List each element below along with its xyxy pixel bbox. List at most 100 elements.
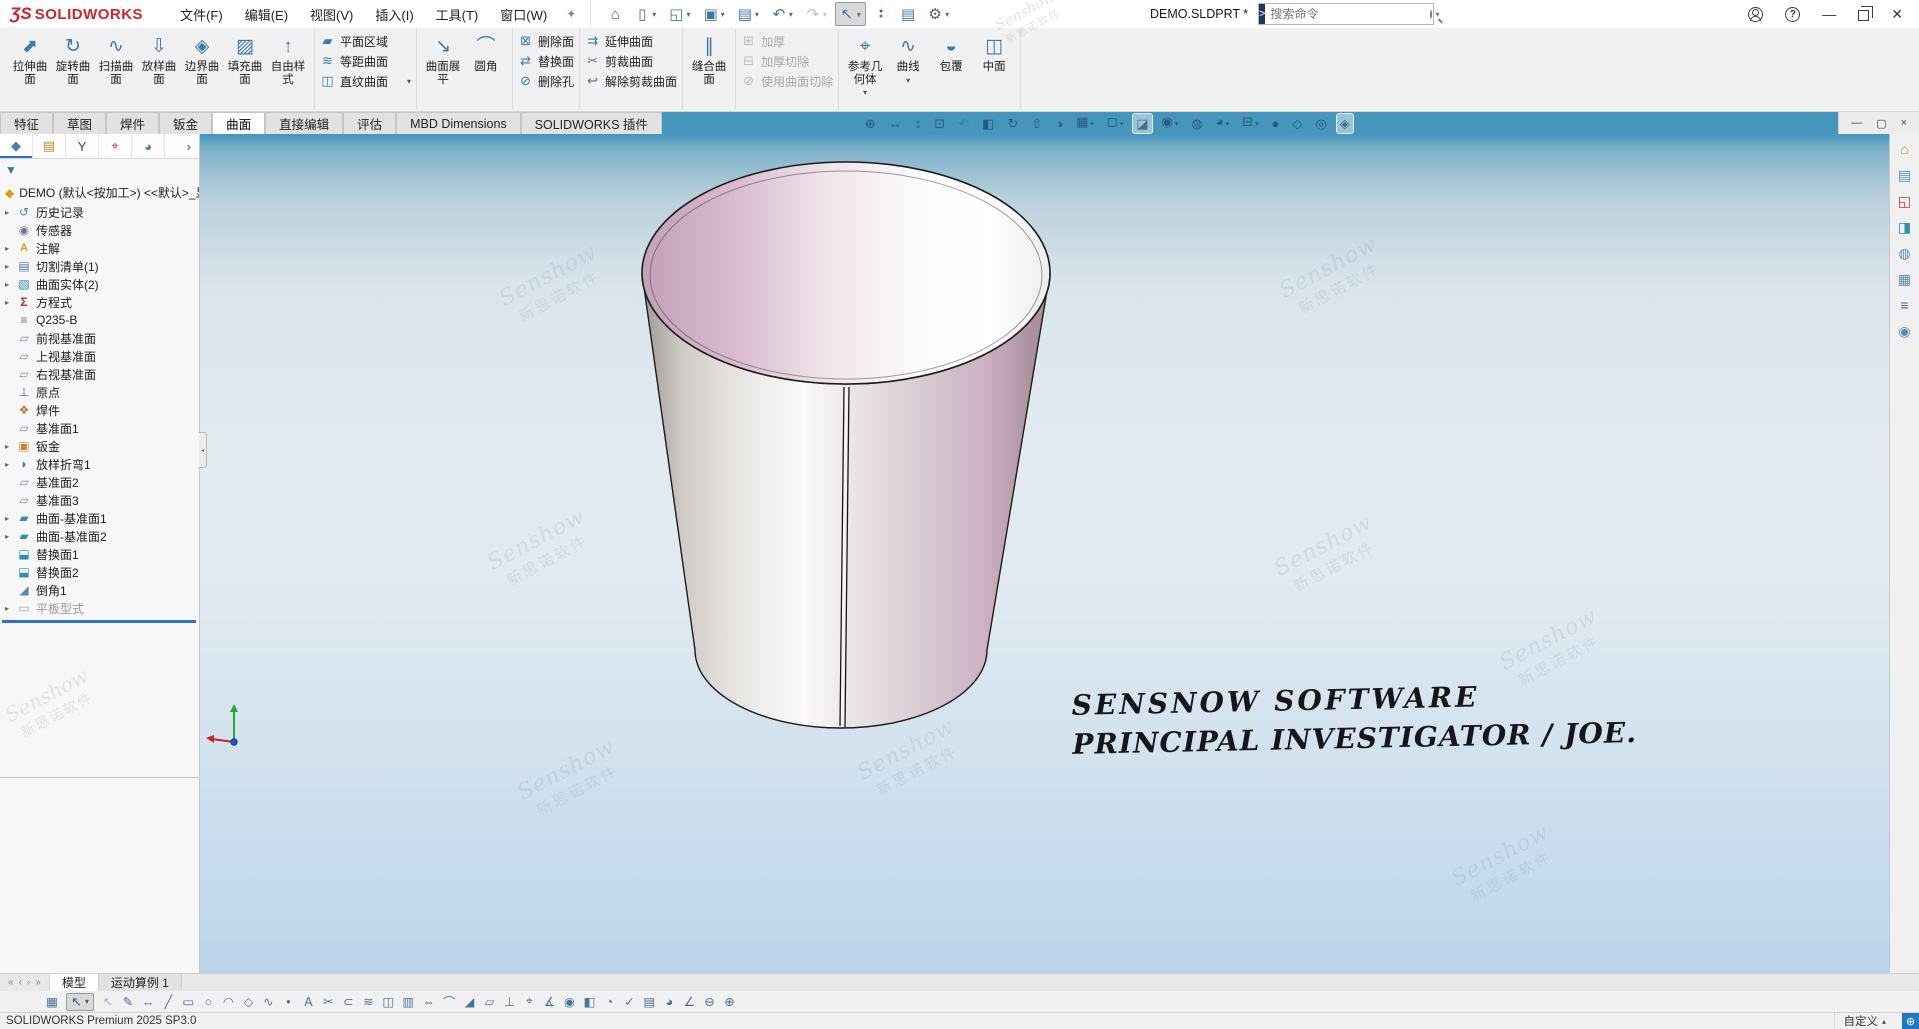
- toolbar-tool-icon[interactable]: ✎: [122, 994, 134, 1009]
- help-icon[interactable]: ?: [1785, 7, 1800, 22]
- tree-item[interactable]: ❖ 焊件: [0, 401, 199, 419]
- toolbar-tool-icon[interactable]: ⇔: [422, 995, 435, 1009]
- select-tool-button[interactable]: ↖: [66, 993, 94, 1011]
- expand-arrow-icon[interactable]: ▸: [5, 460, 16, 469]
- view-toolbar-icon[interactable]: ◈: [1337, 114, 1353, 133]
- view-toolbar-icon[interactable]: ◇: [1289, 114, 1305, 133]
- view-toolbar-icon[interactable]: ◻: [1104, 112, 1126, 134]
- search-icon[interactable]: [1430, 10, 1432, 19]
- command-search[interactable]: > ▾: [1258, 3, 1434, 25]
- quickbar-button[interactable]: ▤: [733, 2, 764, 26]
- command-tab[interactable]: 焊件: [106, 112, 159, 134]
- tree-item[interactable]: ⬓ 替换面1: [0, 545, 199, 563]
- task-pane-icon[interactable]: ⌂: [1900, 141, 1908, 157]
- view-toolbar-icon[interactable]: ◉: [1159, 112, 1182, 134]
- tree-item[interactable]: ▱ 前视基准面: [0, 329, 199, 347]
- tree-item[interactable]: ▱ 右视基准面: [0, 365, 199, 383]
- ribbon-button[interactable]: ⊟加厚切除: [741, 54, 809, 68]
- graphics-area[interactable]: Senshow新思诺软件 Senshow新思诺软件 Senshow新思诺软件 S…: [200, 134, 1889, 973]
- expand-arrow-icon[interactable]: ▸: [5, 514, 16, 523]
- tree-item[interactable]: ▸ ▧ 曲面实体(2): [0, 275, 199, 293]
- panel-tab[interactable]: ▤: [33, 134, 66, 158]
- cylinder-opening[interactable]: [642, 162, 1050, 384]
- view-toolbar-icon[interactable]: ▦: [1073, 112, 1097, 134]
- panel-tab[interactable]: ◆: [0, 134, 33, 158]
- toolbar-tool-icon[interactable]: ⊂: [342, 994, 354, 1009]
- panel-collapse-handle[interactable]: ◂: [199, 432, 207, 468]
- tree-item[interactable]: ▱ 基准面3: [0, 491, 199, 509]
- minimize-button[interactable]: —: [1822, 6, 1836, 22]
- expand-arrow-icon[interactable]: ▸: [5, 262, 16, 271]
- toolbar-tool-icon[interactable]: ▱: [483, 994, 495, 1009]
- quickbar-button[interactable]: ▤: [896, 2, 920, 26]
- view-toolbar-icon[interactable]: ↕: [912, 114, 925, 133]
- ribbon-button[interactable]: ⇉延伸曲面: [585, 34, 653, 48]
- command-tab[interactable]: 曲面: [212, 112, 265, 134]
- expand-arrow-icon[interactable]: ▸: [5, 280, 16, 289]
- panel-tab[interactable]: Y: [66, 134, 99, 158]
- grid-system-icon[interactable]: ▦: [46, 994, 58, 1009]
- command-tab[interactable]: 草图: [53, 112, 106, 134]
- tree-item[interactable]: ▸ ▣ 钣金: [0, 437, 199, 455]
- task-pane-icon[interactable]: ◱: [1898, 193, 1911, 209]
- command-tab[interactable]: 直接编辑: [265, 112, 343, 134]
- toolbar-tool-icon[interactable]: ▥: [402, 994, 414, 1009]
- panel-tab[interactable]: ⌖: [99, 134, 132, 158]
- ribbon-button[interactable]: ▰平面区域: [320, 34, 388, 48]
- tree-item[interactable]: ≡ Q235-B: [0, 311, 199, 329]
- tree-filter[interactable]: ▼: [0, 159, 199, 181]
- view-toolbar-icon[interactable]: ↔: [886, 114, 905, 133]
- ribbon-button[interactable]: ◈边界曲面: [181, 29, 223, 87]
- view-toolbar-icon[interactable]: ◍: [1188, 114, 1205, 133]
- menu-item[interactable]: 编辑(E): [234, 0, 299, 29]
- toolbar-tool-icon[interactable]: ⌖: [523, 994, 535, 1009]
- expand-arrow-icon[interactable]: ▸: [5, 604, 16, 613]
- document-tab[interactable]: 模型: [50, 974, 99, 991]
- tree-item[interactable]: ⬓ 替换面2: [0, 563, 199, 581]
- view-toolbar-icon[interactable]: ↻: [1004, 114, 1021, 133]
- command-tab[interactable]: MBD Dimensions: [396, 112, 521, 134]
- expand-arrow-icon[interactable]: ▸: [5, 244, 16, 253]
- tree-item[interactable]: ▸ ▰ 曲面-基准面1: [0, 509, 199, 527]
- language-globe-icon[interactable]: ⊕: [1902, 1013, 1919, 1029]
- toolbar-tool-icon[interactable]: ⊕: [723, 994, 735, 1009]
- tree-item[interactable]: ▸ Σ 方程式: [0, 293, 199, 311]
- toolbar-tool-icon[interactable]: ✓: [623, 994, 635, 1009]
- toolbar-tool-icon[interactable]: ▭: [182, 994, 194, 1009]
- ribbon-button[interactable]: ∥缝合曲面: [688, 29, 730, 87]
- command-tab[interactable]: 评估: [343, 112, 396, 134]
- tab-nav-icon[interactable]: »: [35, 977, 41, 988]
- menu-item[interactable]: 窗口(W): [489, 0, 558, 29]
- ribbon-button[interactable]: ↘曲面展平: [422, 29, 464, 87]
- tree-item[interactable]: ▱ 基准面2: [0, 473, 199, 491]
- ribbon-button[interactable]: ⊠删除面: [518, 34, 574, 48]
- toolbar-tool-icon[interactable]: A: [302, 995, 314, 1009]
- toolbar-tool-icon[interactable]: ◢: [463, 994, 475, 1009]
- ribbon-button[interactable]: ↑自由样式: [267, 29, 309, 87]
- ribbon-button[interactable]: ≋等距曲面: [320, 54, 388, 68]
- toolbar-tool-icon[interactable]: ◧: [583, 994, 595, 1009]
- toolbar-tool-icon[interactable]: ⊖: [703, 994, 715, 1009]
- toolbar-tool-icon[interactable]: •: [282, 995, 294, 1009]
- ribbon-button[interactable]: ◫直纹曲面: [320, 74, 411, 88]
- view-toolbar-icon[interactable]: ◎: [1312, 114, 1329, 133]
- panel-tab[interactable]: ◕: [132, 134, 165, 158]
- view-toolbar-icon[interactable]: ●: [1269, 114, 1283, 133]
- toolbar-tool-icon[interactable]: ◕: [663, 995, 675, 1009]
- command-tab[interactable]: 特征: [0, 112, 53, 134]
- ribbon-button[interactable]: ⊘删除孔: [518, 74, 574, 88]
- tree-item[interactable]: ▸ ▤ 切割清单(1): [0, 257, 199, 275]
- toolbar-tool-icon[interactable]: ╱: [162, 994, 174, 1009]
- ribbon-button[interactable]: ⌖参考几何体: [844, 29, 886, 101]
- task-pane-icon[interactable]: ◨: [1898, 219, 1911, 235]
- tree-item[interactable]: ▱ 基准面1: [0, 419, 199, 437]
- toolbar-tool-icon[interactable]: ∿: [262, 994, 274, 1009]
- toolbar-tool-icon[interactable]: ⌒: [443, 992, 456, 1011]
- tree-item[interactable]: ▸ ▭ 平板型式: [0, 599, 199, 617]
- view-toolbar-icon[interactable]: ↶: [955, 114, 972, 133]
- toolbar-tool-icon[interactable]: ≋: [362, 994, 374, 1009]
- quickbar-button[interactable]: ◱: [664, 2, 695, 26]
- rollback-bar[interactable]: [2, 620, 196, 623]
- view-toolbar-icon[interactable]: ◪: [1133, 114, 1151, 133]
- toolbar-tool-icon[interactable]: ∡: [543, 994, 555, 1009]
